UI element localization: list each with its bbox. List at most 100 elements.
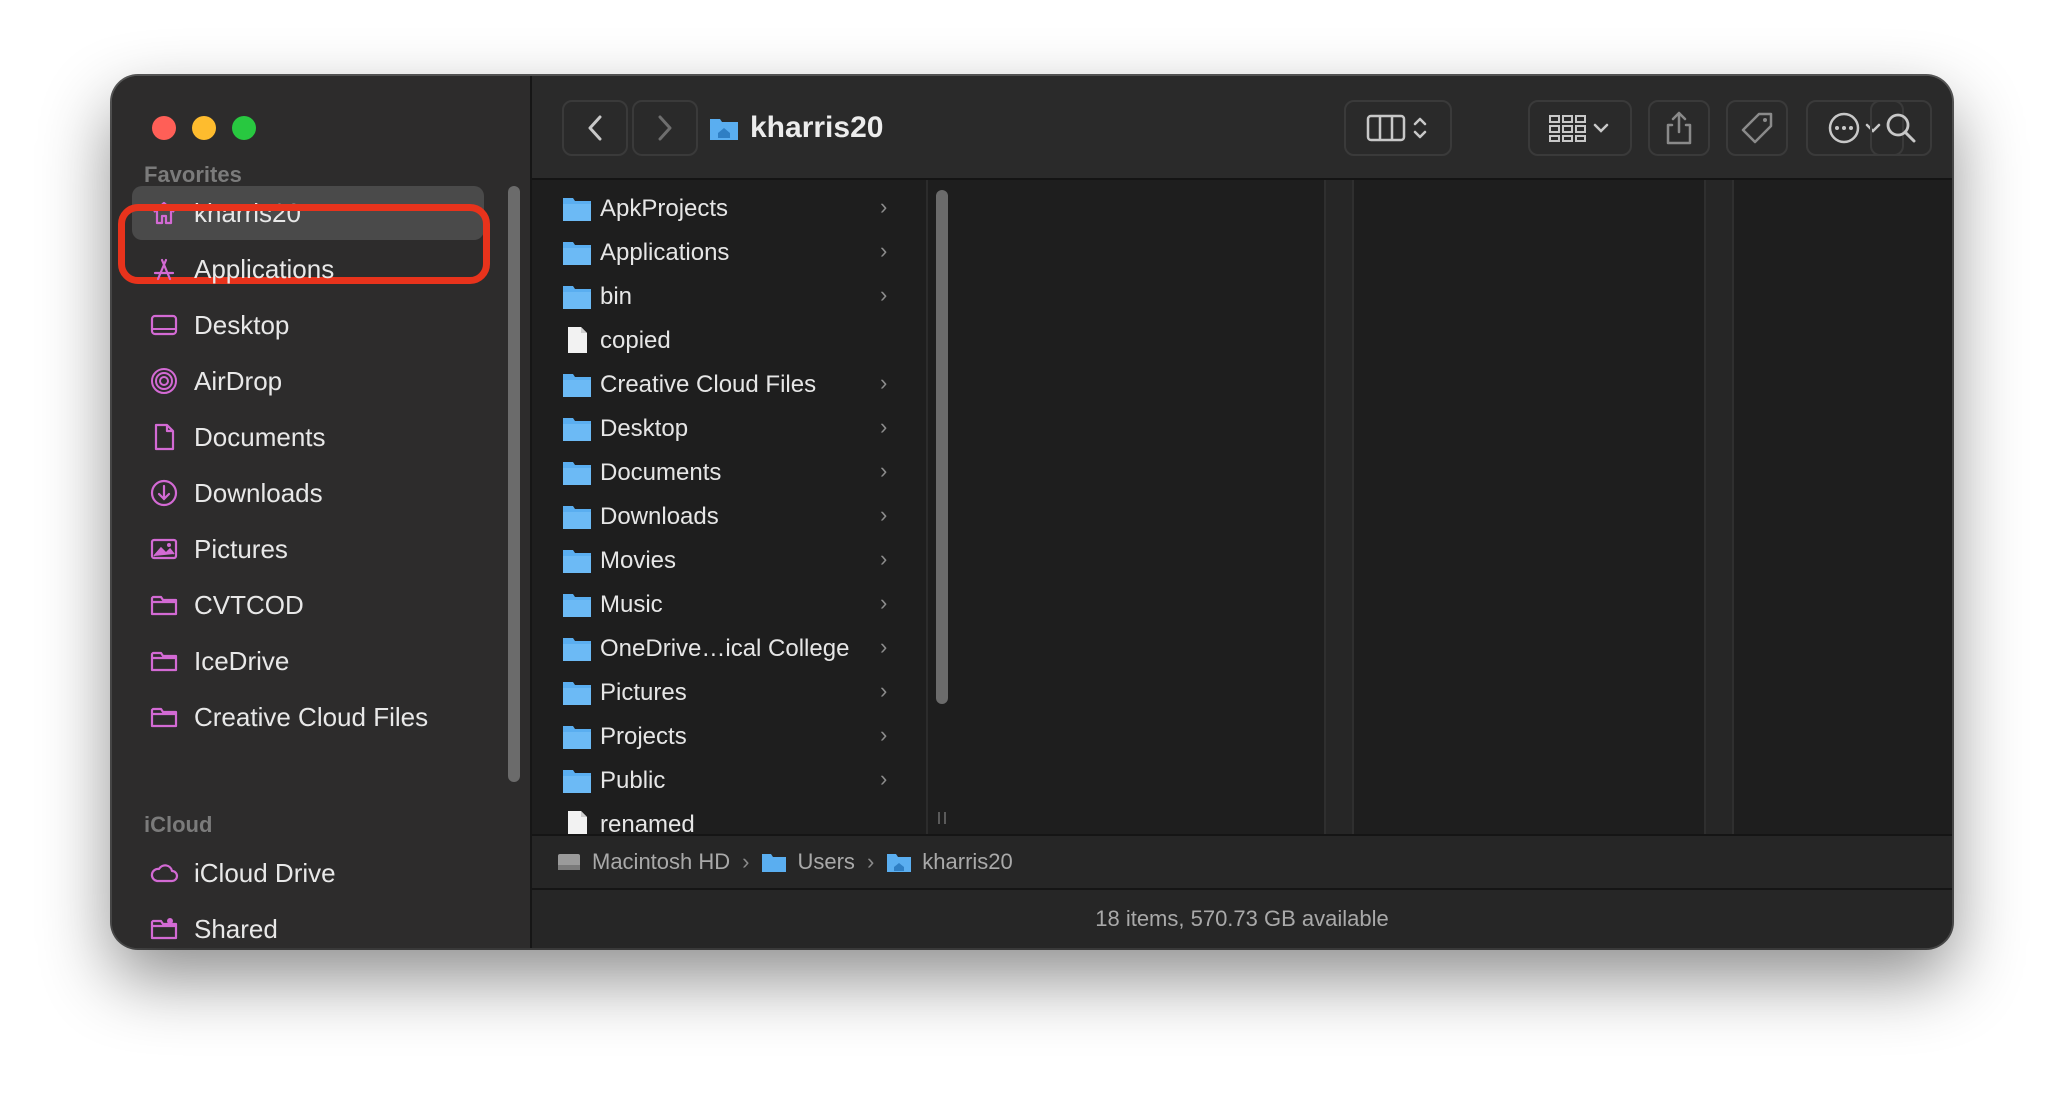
search-button[interactable] [1870, 100, 1932, 156]
chevron-right-icon: › [880, 502, 888, 527]
file-row[interactable]: Creative Cloud Files › [532, 362, 926, 406]
file-name: Creative Cloud Files [600, 371, 817, 398]
sidebar-item-airdrop[interactable]: AirDrop [132, 354, 484, 408]
sidebar-item-shared[interactable]: Shared [132, 902, 484, 948]
file-row[interactable]: Movies › [532, 538, 926, 582]
chevron-left-icon [588, 115, 602, 141]
column-scrollbar[interactable] [926, 180, 954, 834]
path-segment-kharris20[interactable]: kharris20 [886, 849, 1013, 875]
chevron-right-icon: › [880, 546, 888, 571]
sidebar-item-label: Applications [194, 253, 335, 284]
folder-icon [562, 678, 592, 706]
ellipsis-circle-icon [1828, 112, 1860, 144]
scrollbar-thumb[interactable] [936, 190, 948, 704]
folder-icon [562, 282, 592, 310]
sidebar-item-downloads[interactable]: Downloads [132, 466, 484, 520]
home-folder-icon [710, 119, 738, 140]
empty-column [1354, 180, 1704, 834]
file-row[interactable]: Documents › [532, 450, 926, 494]
path-bar: Macintosh HD › Users › kharris20 [532, 834, 1952, 890]
empty-column [954, 180, 1324, 834]
close-window-button[interactable] [152, 116, 176, 140]
icloud-section-label: iCloud [144, 812, 213, 837]
download-icon [148, 477, 180, 509]
file-row[interactable]: Applications › [532, 230, 926, 274]
favorites-section-label: Favorites [144, 162, 242, 187]
sidebar-item-documents[interactable]: Documents [132, 410, 484, 464]
folder-icon [562, 722, 592, 750]
file-name: Pictures [600, 679, 687, 706]
chevron-right-icon: › [880, 370, 888, 395]
file-row[interactable]: Desktop › [532, 406, 926, 450]
file-row[interactable]: copied [532, 318, 926, 362]
file-row[interactable]: OneDrive…ical College › [532, 626, 926, 670]
desktop-icon [148, 309, 180, 341]
file-name: Projects [600, 723, 687, 750]
file-row[interactable]: Downloads › [532, 494, 926, 538]
toolbar: kharris20 [532, 76, 1952, 180]
view-mode-columns-button[interactable] [1344, 100, 1452, 156]
file-row[interactable]: Projects › [532, 714, 926, 758]
sidebar-item-label: CVTCOD [194, 589, 304, 620]
file-row[interactable]: Public › [532, 758, 926, 802]
file-row[interactable]: bin › [532, 274, 926, 318]
file-name: bin [600, 283, 633, 310]
chevron-right-icon: › [880, 194, 888, 219]
column-resize-handle[interactable] [938, 812, 946, 824]
sidebar: Favorites kharris20 Applications Desktop [112, 76, 532, 948]
document-icon [148, 421, 180, 453]
sidebar-scrollbar[interactable] [508, 186, 520, 782]
sidebar-item-icloud-drive[interactable]: iCloud Drive [132, 846, 484, 900]
path-segment-macintosh-hd[interactable]: Macintosh HD [556, 849, 730, 875]
sidebar-item-icedrive[interactable]: IceDrive [132, 634, 484, 688]
folder-icon [562, 370, 592, 398]
sidebar-item-label: Pictures [194, 533, 288, 564]
minimize-window-button[interactable] [192, 116, 216, 140]
empty-column [1734, 180, 1952, 834]
folder-icon [148, 701, 180, 733]
share-icon [1666, 111, 1692, 145]
folder-icon [148, 589, 180, 621]
folder-icon [562, 546, 592, 574]
file-name: OneDrive…ical College [600, 635, 850, 662]
chevron-down-icon [1593, 123, 1609, 133]
group-by-button[interactable] [1528, 100, 1632, 156]
forward-button[interactable] [632, 100, 698, 156]
file-column: ApkProjects › Applications › bin › copied Creat… [532, 180, 926, 834]
column-resize-handle[interactable] [1704, 180, 1734, 834]
file-name: Documents [600, 459, 722, 486]
back-button[interactable] [562, 100, 628, 156]
pictures-icon [148, 533, 180, 565]
chevron-right-icon [658, 115, 672, 141]
sidebar-item-label: Desktop [194, 309, 290, 340]
chevron-right-icon: › [880, 590, 888, 615]
maximize-window-button[interactable] [232, 116, 256, 140]
chevron-right-icon: › [880, 766, 888, 791]
file-icon [562, 810, 592, 834]
search-icon [1886, 113, 1916, 143]
column-resize-handle[interactable] [1324, 180, 1354, 834]
shared-folder-icon [148, 913, 180, 945]
path-separator: › [866, 849, 875, 874]
sidebar-item-label: IceDrive [194, 645, 290, 676]
sidebar-item-applications[interactable]: Applications [132, 242, 484, 296]
sidebar-item-creative-cloud-files[interactable]: Creative Cloud Files [132, 690, 484, 744]
file-row[interactable]: Pictures › [532, 670, 926, 714]
share-button[interactable] [1648, 100, 1710, 156]
sidebar-item-label: Downloads [194, 477, 323, 508]
tags-button[interactable] [1726, 100, 1788, 156]
window-title: kharris20 [708, 104, 883, 152]
file-row[interactable]: Music › [532, 582, 926, 626]
folder-icon [562, 194, 592, 222]
file-name: Movies [600, 547, 677, 574]
sidebar-item-desktop[interactable]: Desktop [132, 298, 484, 352]
folder-icon [762, 854, 787, 872]
folder-icon [562, 502, 592, 530]
tag-icon [1741, 112, 1773, 144]
folder-icon [562, 590, 592, 618]
path-segment-users[interactable]: Users [761, 849, 855, 875]
file-row[interactable]: ApkProjects › [532, 186, 926, 230]
sidebar-item-pictures[interactable]: Pictures [132, 522, 484, 576]
file-row[interactable]: renamed [532, 802, 926, 834]
sidebar-item-cvtcod[interactable]: CVTCOD [132, 578, 484, 632]
